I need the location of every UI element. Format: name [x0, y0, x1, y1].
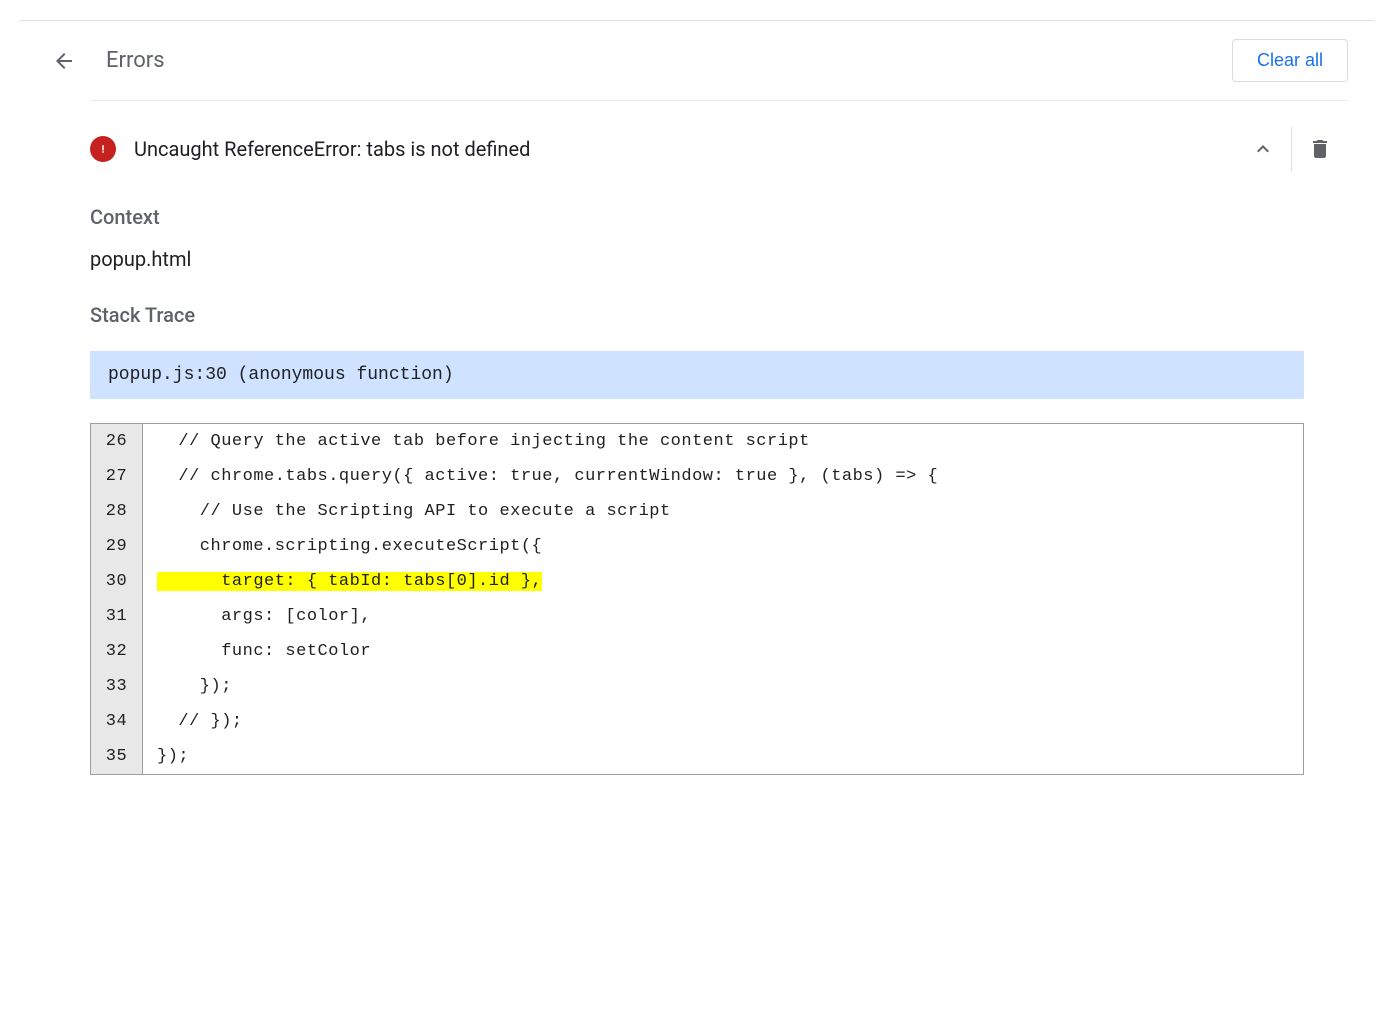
delete-button[interactable] — [1292, 121, 1348, 177]
code-row: 29 chrome.scripting.executeScript({ — [91, 529, 1303, 564]
code-line: func: setColor — [143, 634, 1303, 669]
code-row: 32 func: setColor — [91, 634, 1303, 669]
line-number: 30 — [91, 564, 143, 599]
code-line: }); — [143, 739, 1303, 774]
clear-all-button[interactable]: Clear all — [1232, 39, 1348, 82]
stack-trace-label: Stack Trace — [90, 303, 1304, 327]
header-left: Errors — [46, 43, 165, 79]
code-row: 26 // Query the active tab before inject… — [91, 424, 1303, 459]
back-button[interactable] — [46, 43, 82, 79]
code-row: 35}); — [91, 739, 1303, 774]
error-message: Uncaught ReferenceError: tabs is not def… — [134, 137, 1217, 161]
code-line: // }); — [143, 704, 1303, 739]
code-line: target: { tabId: tabs[0].id }, — [143, 564, 1303, 599]
error-details: Context popup.html Stack Trace popup.js:… — [18, 205, 1376, 795]
code-line: // chrome.tabs.query({ active: true, cur… — [143, 459, 1303, 494]
line-number: 29 — [91, 529, 143, 564]
code-line: // Use the Scripting API to execute a sc… — [143, 494, 1303, 529]
stack-trace-line[interactable]: popup.js:30 (anonymous function) — [90, 351, 1304, 399]
line-number: 27 — [91, 459, 143, 494]
errors-panel: Errors Clear all Uncaught ReferenceError… — [18, 20, 1376, 795]
code-row: 28 // Use the Scripting API to execute a… — [91, 494, 1303, 529]
collapse-button[interactable] — [1235, 121, 1291, 177]
code-row: 34 // }); — [91, 704, 1303, 739]
exclamation-icon — [94, 140, 112, 158]
header-bar: Errors Clear all — [18, 21, 1376, 100]
code-row: 33 }); — [91, 669, 1303, 704]
line-number: 31 — [91, 599, 143, 634]
context-value: popup.html — [90, 247, 1304, 271]
context-label: Context — [90, 205, 1304, 229]
code-line: }); — [143, 669, 1303, 704]
line-number: 35 — [91, 739, 143, 774]
trash-icon — [1308, 137, 1332, 161]
code-block: 26 // Query the active tab before inject… — [90, 423, 1304, 775]
line-number: 28 — [91, 494, 143, 529]
page-title: Errors — [106, 48, 165, 73]
code-line: chrome.scripting.executeScript({ — [143, 529, 1303, 564]
code-row: 27 // chrome.tabs.query({ active: true, … — [91, 459, 1303, 494]
line-number: 26 — [91, 424, 143, 459]
error-row: Uncaught ReferenceError: tabs is not def… — [18, 101, 1376, 197]
arrow-left-icon — [52, 49, 76, 73]
line-number: 33 — [91, 669, 143, 704]
line-number: 32 — [91, 634, 143, 669]
error-icon — [90, 136, 116, 162]
code-line: args: [color], — [143, 599, 1303, 634]
code-row: 31 args: [color], — [91, 599, 1303, 634]
line-number: 34 — [91, 704, 143, 739]
code-row: 30 target: { tabId: tabs[0].id }, — [91, 564, 1303, 599]
code-line: // Query the active tab before injecting… — [143, 424, 1303, 459]
chevron-up-icon — [1251, 137, 1275, 161]
error-actions — [1235, 121, 1348, 177]
